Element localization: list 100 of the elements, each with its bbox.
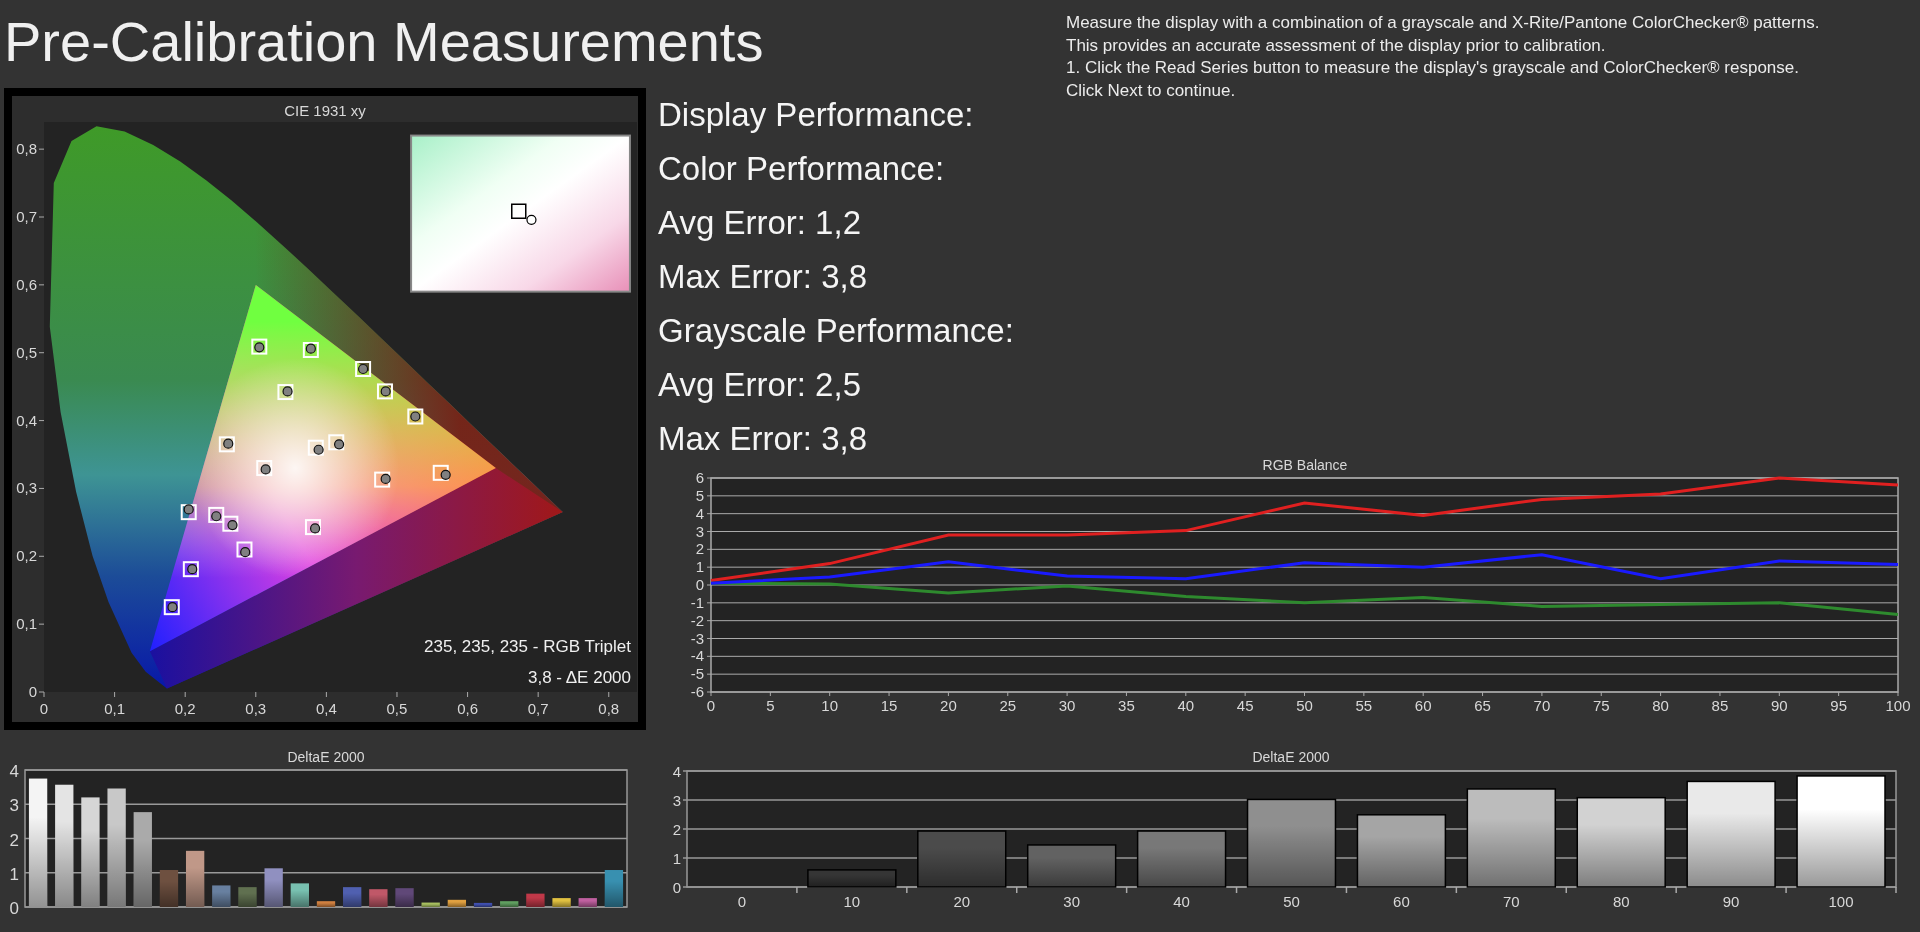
measured-point xyxy=(334,439,345,450)
readout-text: 235, 235, 235 - RGB Triplet xyxy=(424,637,631,656)
axis-label: 0,2 xyxy=(16,547,37,565)
target-marker xyxy=(251,338,268,355)
axis-label: 70 xyxy=(1502,893,1520,910)
axis-label: 80 xyxy=(1612,893,1630,910)
axis-label: 0,6 xyxy=(16,275,37,293)
chart-title: DeltaE 2000 xyxy=(287,749,365,765)
axis-label: 40 xyxy=(1173,893,1190,910)
axis-label: 0 xyxy=(39,700,49,717)
axis-label: 3 xyxy=(695,522,704,540)
page-title: Pre-Calibration Measurements xyxy=(3,9,764,75)
axis-label: 30 xyxy=(1058,697,1076,714)
axis-label: 1 xyxy=(672,850,681,867)
axis-label: 0,6 xyxy=(457,700,478,717)
target-marker xyxy=(182,561,199,578)
axis-label: 0,4 xyxy=(315,700,337,717)
axis-label: 0,2 xyxy=(174,700,196,717)
axis-label: -3 xyxy=(690,629,704,647)
axis-label: 100 xyxy=(1828,893,1854,910)
axis-label: 20 xyxy=(953,893,971,910)
target-marker xyxy=(302,342,319,358)
axis-label: 10 xyxy=(843,893,861,910)
performance-text: Avg Error: 1,2 xyxy=(658,203,862,243)
target-marker xyxy=(163,599,180,616)
target-marker xyxy=(432,464,449,481)
axis-label: 0 xyxy=(737,893,747,910)
axis-label: 25 xyxy=(999,697,1017,714)
axis-label: 0 xyxy=(706,697,716,714)
axis-label: 55 xyxy=(1355,697,1373,714)
axis-label: 0,4 xyxy=(16,411,37,429)
readout-text: 3,8 - ΔE 2000 xyxy=(527,668,631,687)
axis-label: 0 xyxy=(28,683,37,700)
axis-label: 0,5 xyxy=(386,700,408,717)
target-marker xyxy=(208,506,225,523)
axis-label: 0 xyxy=(672,879,681,896)
axis-label: 0,7 xyxy=(16,208,37,225)
instruction-text: 1. Click the Read Series button to measure the display's grayscale and ColorChecker® response. xyxy=(1066,57,1800,79)
axis-label: -1 xyxy=(690,593,704,611)
axis-label: -6 xyxy=(690,683,704,700)
axis-label: 2 xyxy=(672,821,681,838)
measured-point xyxy=(240,547,251,558)
axis-label: 100 xyxy=(1885,697,1911,714)
target-marker xyxy=(180,504,197,521)
axis-label: -5 xyxy=(690,665,704,683)
instruction-text: Click Next to continue. xyxy=(1066,79,1237,102)
axis-label: 3 xyxy=(672,792,681,809)
target-marker xyxy=(277,384,294,401)
axis-label: 30 xyxy=(1063,893,1081,910)
measured-point xyxy=(187,564,198,575)
axis-label: 45 xyxy=(1236,697,1254,714)
measured-point xyxy=(227,519,238,531)
performance-text: Grayscale Performance: xyxy=(658,311,1015,351)
performance-text: Max Error: 3,8 xyxy=(658,257,869,297)
measured-point xyxy=(313,444,324,455)
axis-label: 0,1 xyxy=(16,615,37,633)
axis-label: 50 xyxy=(1296,697,1313,714)
axis-label: 95 xyxy=(1830,697,1847,714)
target-marker xyxy=(307,439,324,456)
measured-point xyxy=(305,343,316,354)
chart-title: CIE 1931 xy xyxy=(284,102,366,119)
axis-label: 5 xyxy=(695,486,704,504)
axis-label: 10 xyxy=(821,697,839,714)
measured-point xyxy=(254,342,265,353)
axis-label: -4 xyxy=(690,647,704,665)
axis-label: 1 xyxy=(695,558,704,576)
axis-label: 0,7 xyxy=(527,700,549,717)
axis-label: 5 xyxy=(766,697,775,714)
target-marker xyxy=(222,515,239,532)
measured-point xyxy=(223,438,234,449)
chart-title: RGB Balance xyxy=(1262,457,1348,473)
axis-label: 90 xyxy=(1722,893,1740,910)
axis-label: 70 xyxy=(1533,697,1551,714)
axis-label: 4 xyxy=(9,762,19,781)
axis-label: 0,5 xyxy=(16,343,37,361)
target-marker xyxy=(236,541,253,558)
measured-point xyxy=(183,504,194,515)
measured-point xyxy=(440,469,451,480)
axis-label: 0,8 xyxy=(16,140,37,158)
target-marker xyxy=(304,519,321,536)
axis-label: -2 xyxy=(690,611,704,629)
axis-label: 6 xyxy=(695,469,704,486)
axis-label: 0,8 xyxy=(598,700,620,717)
axis-label: 2 xyxy=(9,830,19,850)
axis-label: 0,1 xyxy=(104,700,125,717)
axis-label: 0 xyxy=(695,576,704,593)
axis-label: 75 xyxy=(1592,697,1610,714)
target-marker xyxy=(328,434,345,451)
axis-label: 80 xyxy=(1652,697,1669,714)
measured-point xyxy=(167,602,178,613)
axis-label: 60 xyxy=(1393,893,1410,910)
axis-label: 0,3 xyxy=(245,700,267,717)
measured-point xyxy=(211,511,222,522)
measured-point xyxy=(310,523,321,534)
target-marker xyxy=(256,460,273,477)
axis-label: 1 xyxy=(9,864,19,884)
measured-point xyxy=(380,473,391,485)
axis-label: 2 xyxy=(695,540,704,558)
performance-text: Max Error: 3,8 xyxy=(658,419,869,459)
axis-label: 0,3 xyxy=(16,479,37,497)
